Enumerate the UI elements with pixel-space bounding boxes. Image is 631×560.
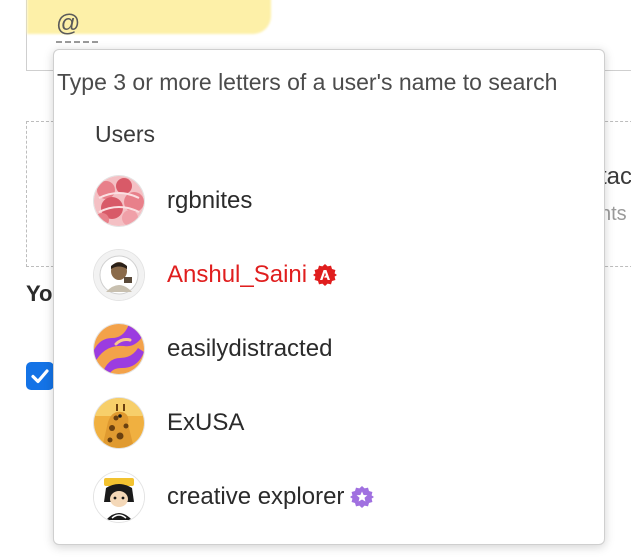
orange-purple-swirl-avatar (94, 324, 144, 374)
user-option-rgbnites[interactable]: rgbnites (54, 164, 604, 238)
adobe-staff-badge-icon (313, 263, 338, 287)
cartoon-character-avatar (94, 472, 144, 522)
screen: @ tac nts You Type 3 or more letters of … (0, 0, 631, 560)
user-name: Anshul_Saini (167, 261, 338, 289)
search-hint: Type 3 or more letters of a user's name … (57, 69, 558, 95)
user-name-text: Anshul_Saini (167, 261, 308, 288)
user-name-text: rgbnites (167, 187, 253, 214)
user-option-anshul-saini[interactable]: Anshul_Saini (54, 238, 604, 312)
user-option-creative-explorer[interactable]: creative explorer (54, 460, 604, 534)
users-section-label: Users (95, 121, 156, 147)
pink-pattern-avatar (94, 176, 144, 226)
checkmark-icon (31, 369, 49, 384)
user-name-text: creative explorer (167, 483, 345, 510)
user-name-text: easilydistracted (167, 335, 333, 362)
photo-avatar (94, 250, 144, 300)
user-option-exusa[interactable]: ExUSA (54, 386, 604, 460)
option-checkbox[interactable] (26, 362, 54, 390)
giraffe-avatar (94, 398, 144, 448)
user-name: ExUSA (167, 409, 244, 437)
purple-star-badge-icon (350, 485, 375, 509)
user-option-easilydistracted[interactable]: easilydistracted (54, 312, 604, 386)
user-name: rgbnites (167, 187, 252, 215)
user-list: rgbnites Anshul_Saini easilydistracted E… (54, 164, 604, 534)
user-name-text: ExUSA (167, 409, 245, 436)
mention-popover: Type 3 or more letters of a user's name … (53, 49, 605, 545)
user-name: easilydistracted (167, 335, 332, 363)
mention-token[interactable]: @ (56, 10, 98, 43)
user-name: creative explorer (167, 483, 375, 511)
